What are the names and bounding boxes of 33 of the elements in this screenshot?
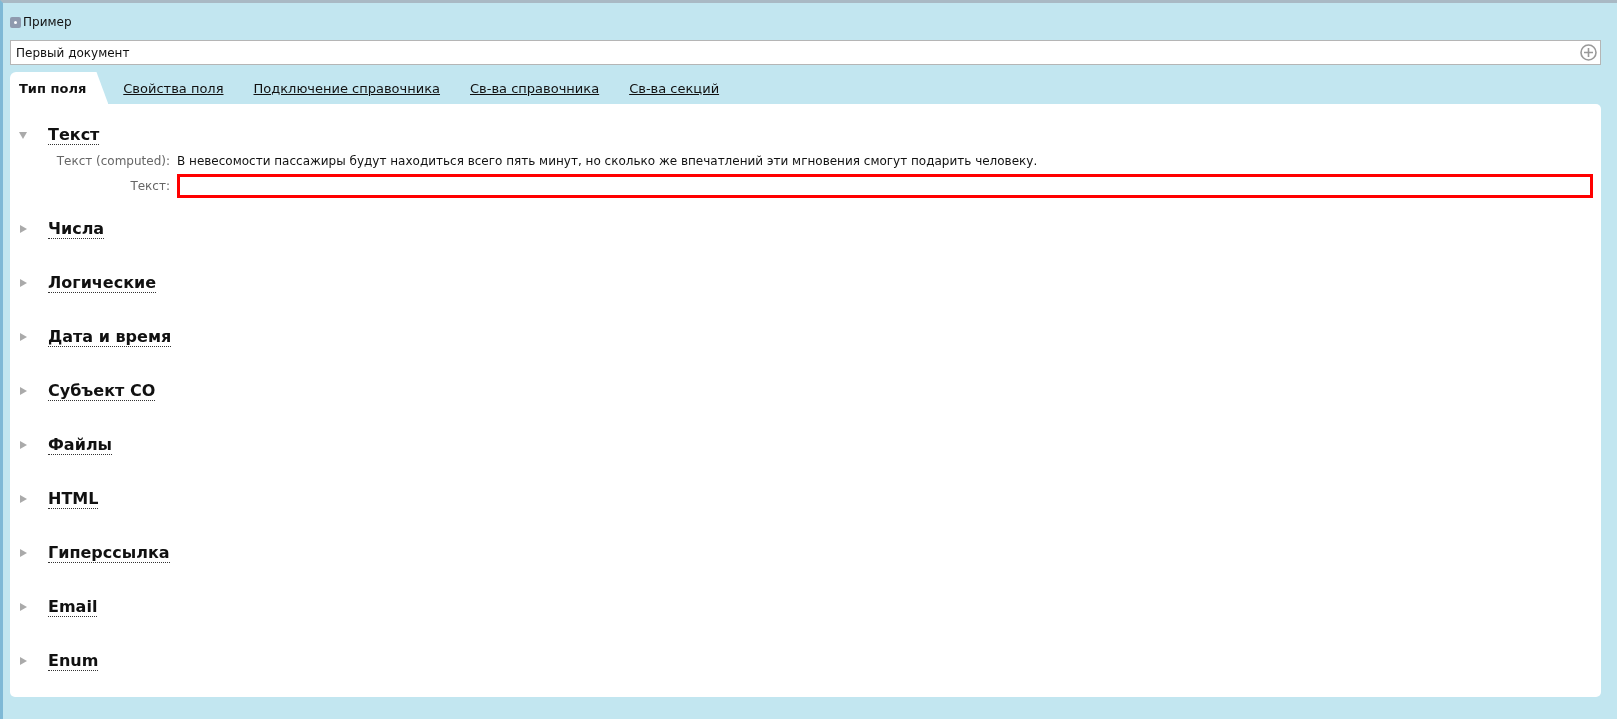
section-title[interactable]: Enum [48,651,99,671]
triangle-right-icon[interactable] [18,494,28,504]
add-icon[interactable] [1580,44,1597,61]
triangle-right-icon[interactable] [18,548,28,558]
triangle-right-icon[interactable] [18,332,28,342]
triangle-right-icon[interactable] [18,602,28,612]
section-title[interactable]: Текст [48,125,100,145]
field-label: Текст: [129,179,170,193]
field-label: Текст (computed): [55,154,170,168]
section-title[interactable]: Дата и время [48,327,172,347]
triangle-right-icon[interactable] [18,440,28,450]
tab[interactable]: Тип поля [10,72,109,104]
window-title: Пример [23,15,72,29]
triangle-down-icon[interactable] [18,130,28,140]
tab[interactable]: Св-ва секций [614,72,735,104]
triangle-right-icon[interactable] [18,386,28,396]
triangle-right-icon[interactable] [18,278,28,288]
tab[interactable]: Подключение справочника [238,72,455,104]
section-title[interactable]: Файлы [48,435,113,455]
document-field[interactable]: Первый документ [10,40,1601,65]
triangle-right-icon[interactable] [18,224,28,234]
tab[interactable]: Свойства поля [108,72,239,104]
section-title[interactable]: Числа [48,219,105,239]
section-title[interactable]: Логические [48,273,157,293]
section-title[interactable]: Email [48,597,98,617]
tab[interactable]: Св-ва справочника [455,72,615,104]
triangle-right-icon[interactable] [18,656,28,666]
section-title[interactable]: HTML [48,489,99,509]
text-input-field[interactable] [177,174,1593,198]
section-title[interactable]: Гиперссылка [48,543,170,563]
field-value: В невесомости пассажиры будут находиться всего пять минут, но сколько же впечатлений эти мгновения смогут подарить человеку. [177,154,1039,168]
window-icon [10,16,21,28]
section-title[interactable]: Субъект СО [48,381,156,401]
